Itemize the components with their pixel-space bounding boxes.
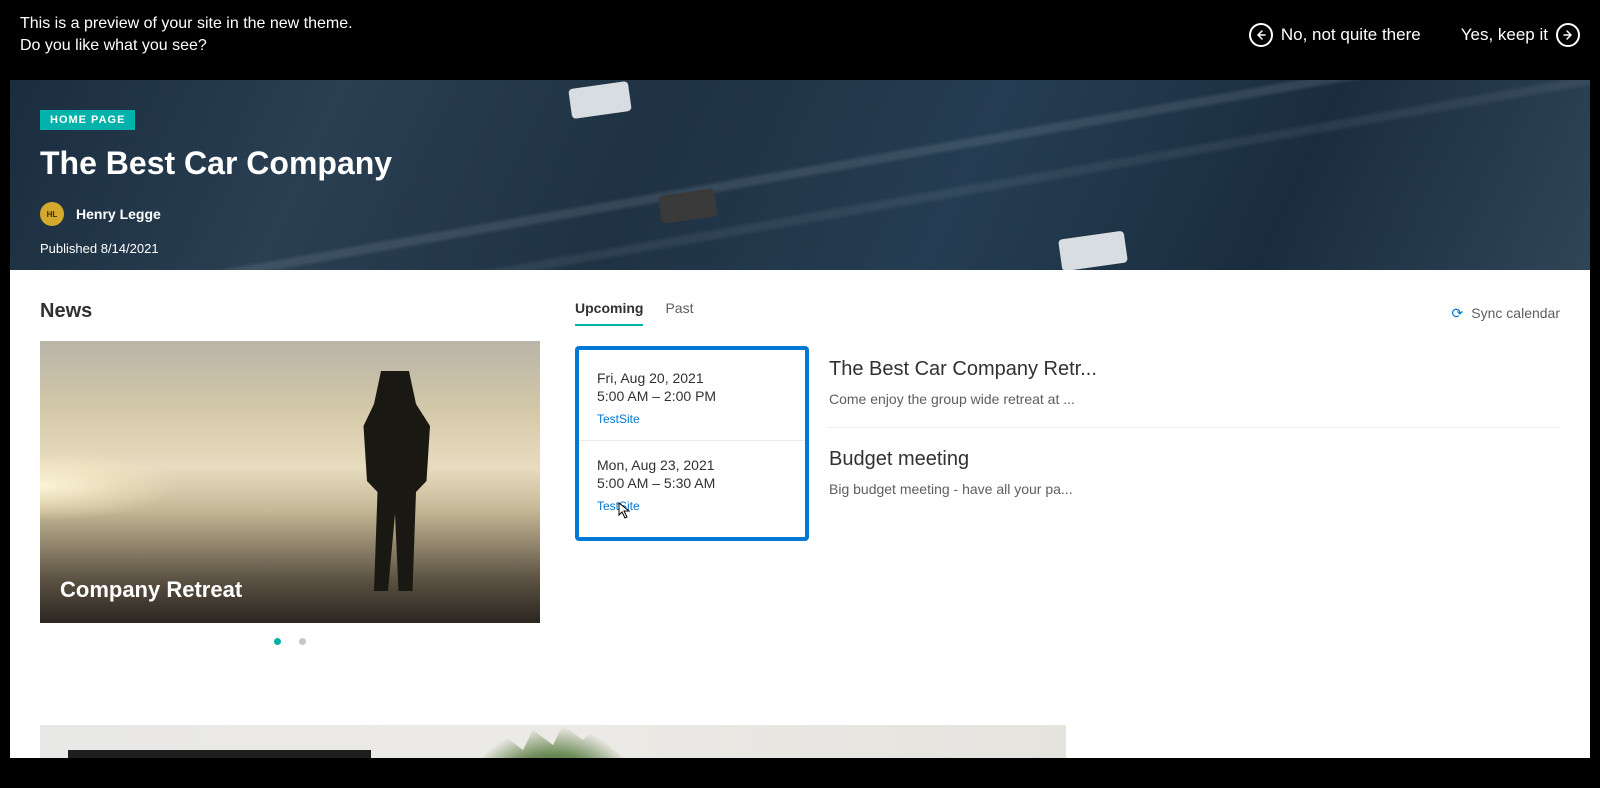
preview-line-2: Do you like what you see? [20, 35, 353, 57]
event-tag: TestSite [597, 412, 787, 426]
event-title: Budget meeting [829, 448, 1560, 471]
tab-past[interactable]: Past [665, 300, 693, 326]
expenses-label: Are you behind on your expenses? [68, 750, 371, 758]
events-grid: Fri, Aug 20, 2021 5:00 AM – 2:00 PM Test… [575, 346, 1560, 541]
sync-label: Sync calendar [1471, 305, 1560, 321]
events-section: Upcoming Past ⟳ Sync calendar Fri, Aug 2… [575, 300, 1560, 645]
events-date-list: Fri, Aug 20, 2021 5:00 AM – 2:00 PM Test… [575, 346, 809, 541]
event-title: The Best Car Company Retr... [829, 358, 1560, 381]
event-date: Fri, Aug 20, 2021 [597, 370, 787, 386]
event-tag: TestSite [597, 499, 787, 513]
events-detail-list: The Best Car Company Retr... Come enjoy … [829, 346, 1560, 541]
no-label: No, not quite there [1281, 25, 1421, 45]
expenses-banner[interactable]: Are you behind on your expenses? [40, 725, 1066, 758]
arrow-left-icon [1249, 23, 1273, 47]
event-time: 5:00 AM – 2:00 PM [597, 388, 787, 404]
event-desc: Come enjoy the group wide retreat at ... [829, 391, 1560, 407]
hero-banner: HOME PAGE The Best Car Company HL Henry … [10, 80, 1590, 270]
yes-label: Yes, keep it [1461, 25, 1548, 45]
event-detail-2[interactable]: Budget meeting Big budget meeting - have… [829, 448, 1560, 517]
carousel-dots [40, 638, 540, 645]
author-row: HL Henry Legge [40, 202, 1560, 226]
sun-flare-graphic [40, 451, 180, 521]
event-time: 5:00 AM – 5:30 AM [597, 475, 787, 491]
sync-calendar-button[interactable]: ⟳ Sync calendar [1452, 305, 1560, 322]
hiker-graphic [360, 371, 430, 591]
no-button[interactable]: No, not quite there [1249, 23, 1421, 47]
preview-top-bar: This is a preview of your site in the ne… [0, 0, 1600, 70]
event-item-1[interactable]: Fri, Aug 20, 2021 5:00 AM – 2:00 PM Test… [579, 350, 805, 441]
news-section: News Company Retreat [40, 300, 540, 645]
events-tabs: Upcoming Past [575, 300, 693, 326]
page-type-badge: HOME PAGE [40, 110, 135, 130]
tab-upcoming[interactable]: Upcoming [575, 300, 643, 326]
preview-message: This is a preview of your site in the ne… [20, 13, 353, 58]
arrow-right-icon [1556, 23, 1580, 47]
event-date: Mon, Aug 23, 2021 [597, 457, 787, 473]
news-card-title: Company Retreat [60, 577, 242, 603]
published-date: Published 8/14/2021 [40, 241, 1560, 256]
events-header: Upcoming Past ⟳ Sync calendar [575, 300, 1560, 326]
plant-graphic [453, 725, 653, 758]
preview-line-1: This is a preview of your site in the ne… [20, 13, 353, 35]
author-name: Henry Legge [76, 206, 161, 222]
page-title: The Best Car Company [40, 145, 1560, 182]
main-content: News Company Retreat Upcoming Past ⟳ Syn… [10, 270, 1590, 675]
avatar[interactable]: HL [40, 202, 64, 226]
event-desc: Big budget meeting - have all your pa... [829, 481, 1560, 497]
event-detail-1[interactable]: The Best Car Company Retr... Come enjoy … [829, 358, 1560, 428]
news-card[interactable]: Company Retreat [40, 341, 540, 623]
carousel-dot-2[interactable] [299, 638, 306, 645]
sync-icon: ⟳ [1452, 305, 1464, 322]
news-heading: News [40, 300, 540, 323]
carousel-dot-1[interactable] [274, 638, 281, 645]
site-viewport[interactable]: HOME PAGE The Best Car Company HL Henry … [10, 80, 1590, 758]
car-graphic [568, 81, 632, 119]
event-item-2[interactable]: Mon, Aug 23, 2021 5:00 AM – 5:30 AM Test… [579, 441, 805, 537]
preview-actions: No, not quite there Yes, keep it [1249, 23, 1580, 47]
yes-button[interactable]: Yes, keep it [1461, 23, 1580, 47]
